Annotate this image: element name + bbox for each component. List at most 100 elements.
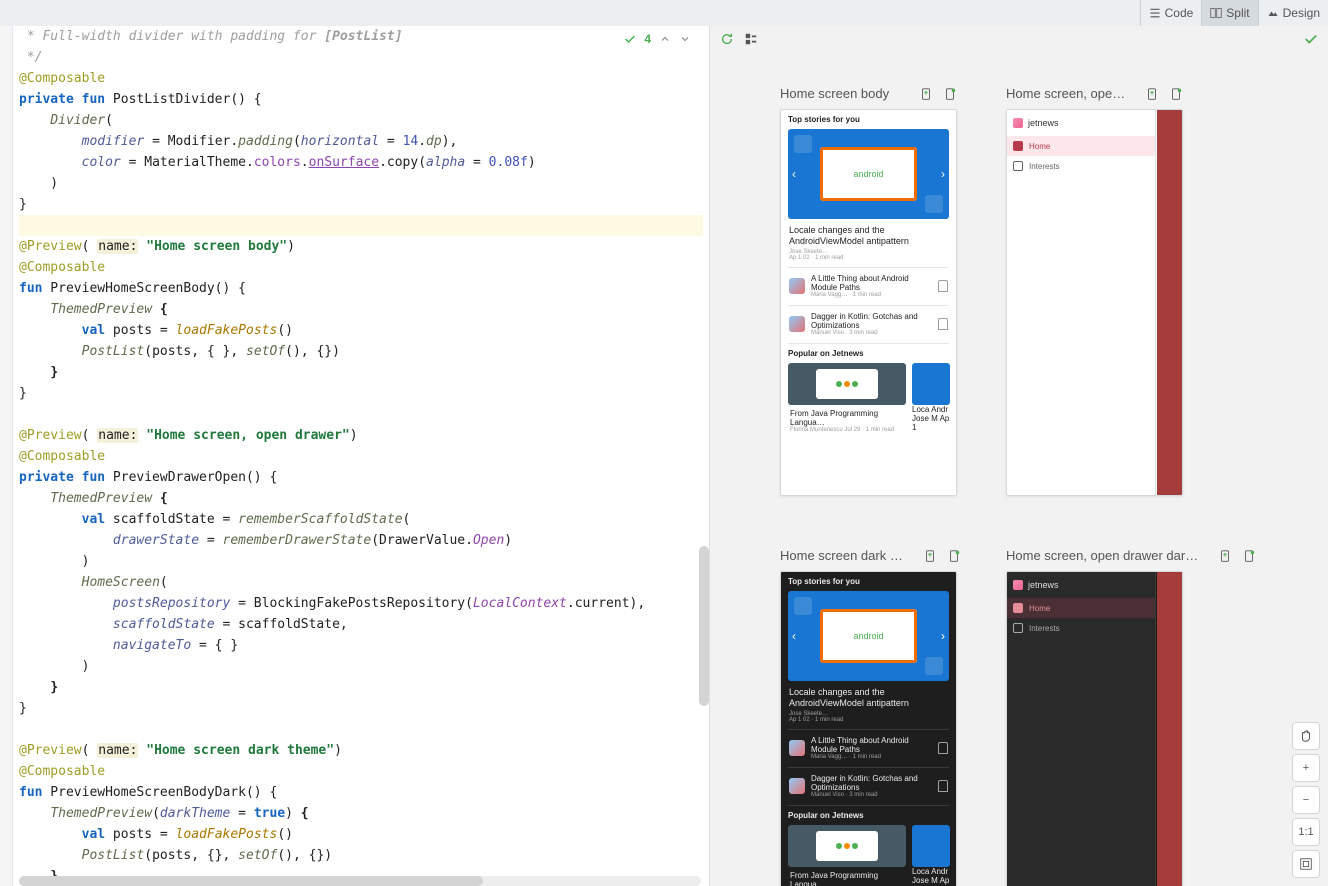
- code-line[interactable]: @Preview( name: "Home screen body"): [19, 236, 703, 257]
- post-row[interactable]: Dagger in Kotlin: Gotchas and Optimizati…: [781, 306, 956, 343]
- zoom-fit-button[interactable]: [1292, 850, 1320, 878]
- settings-icon[interactable]: [744, 32, 758, 46]
- code-line[interactable]: PostList(posts, {}, setOf(), {}): [19, 845, 703, 866]
- code-line[interactable]: ): [19, 656, 703, 677]
- split-view-button[interactable]: Split: [1201, 0, 1257, 26]
- code-line[interactable]: ThemedPreview {: [19, 299, 703, 320]
- code-line[interactable]: Divider(: [19, 110, 703, 131]
- design-view-button[interactable]: Design: [1258, 0, 1328, 26]
- code-line[interactable]: fun PreviewHomeScreenBody() {: [19, 278, 703, 299]
- code-line[interactable]: @Composable: [19, 761, 703, 782]
- drawer-scrim[interactable]: [1157, 572, 1182, 886]
- hero-image[interactable]: ‹ › android: [788, 591, 949, 681]
- zoom-out-button[interactable]: −: [1292, 786, 1320, 814]
- code-line[interactable]: }: [19, 383, 703, 404]
- hero-headline[interactable]: Locale changes and the AndroidViewModel …: [781, 219, 956, 249]
- code-line[interactable]: scaffoldState = scaffoldState,: [19, 614, 703, 635]
- post-meta: Manuel Viso · 3 min read: [811, 330, 932, 337]
- popular-card[interactable]: From Java Programming Langua… Florina Mu…: [788, 825, 906, 886]
- card-title: Loca Andr: [912, 405, 950, 414]
- interactive-icon[interactable]: [1242, 549, 1256, 563]
- code-line[interactable]: }: [19, 362, 703, 383]
- code-line[interactable]: @Preview( name: "Home screen dark theme"…: [19, 740, 703, 761]
- editor-vertical-scrollbar[interactable]: [699, 546, 709, 706]
- code-line[interactable]: ): [19, 173, 703, 194]
- code-line[interactable]: @Composable: [19, 68, 703, 89]
- zoom-in-button[interactable]: +: [1292, 754, 1320, 782]
- preview-device[interactable]: jetnews HomeInterests: [1006, 571, 1183, 886]
- preview-grid[interactable]: Home screen body Top stories for you ‹ ›…: [780, 86, 1288, 886]
- code-line[interactable]: val scaffoldState = rememberScaffoldStat…: [19, 509, 703, 530]
- code-line[interactable]: ): [19, 551, 703, 572]
- deploy-icon[interactable]: [1218, 549, 1232, 563]
- refresh-icon[interactable]: [720, 32, 734, 46]
- post-row[interactable]: A Little Thing about Android Module Path…: [781, 268, 956, 305]
- interactive-icon[interactable]: [943, 87, 957, 101]
- code-line[interactable]: @Preview( name: "Home screen, open drawe…: [19, 425, 703, 446]
- pan-button[interactable]: [1292, 722, 1320, 750]
- bookmark-icon[interactable]: [938, 780, 948, 792]
- code-line[interactable]: */: [19, 47, 703, 68]
- preview-device[interactable]: Top stories for you ‹ › android Locale c…: [780, 571, 957, 886]
- drawer-scrim[interactable]: [1157, 110, 1182, 495]
- code-line[interactable]: val posts = loadFakePosts(): [19, 824, 703, 845]
- popular-card[interactable]: Loca Andr Jose M Ap 1: [912, 363, 950, 433]
- drawer-item[interactable]: Home: [1007, 598, 1155, 618]
- card-meta: Jose M Ap 1: [912, 414, 950, 432]
- chevron-left-icon[interactable]: ‹: [792, 629, 796, 643]
- code-line[interactable]: }: [19, 677, 703, 698]
- code-view-button[interactable]: Code: [1140, 0, 1202, 26]
- preview-device[interactable]: jetnews HomeInterests: [1006, 109, 1183, 496]
- chevron-left-icon[interactable]: ‹: [792, 167, 796, 181]
- interactive-icon[interactable]: [947, 549, 961, 563]
- code-line[interactable]: [19, 404, 703, 425]
- code-line[interactable]: }: [19, 698, 703, 719]
- scrollbar-thumb[interactable]: [19, 876, 483, 886]
- deploy-icon[interactable]: [919, 87, 933, 101]
- preview-device[interactable]: Top stories for you ‹ › android Locale c…: [780, 109, 957, 496]
- code-line[interactable]: private fun PostListDivider() {: [19, 89, 703, 110]
- hero-image[interactable]: ‹ › android: [788, 129, 949, 219]
- interactive-icon[interactable]: [1169, 87, 1183, 101]
- code-line[interactable]: }: [19, 194, 703, 215]
- code-line[interactable]: [19, 719, 703, 740]
- code-editor[interactable]: 4 * Full-width divider with padding for …: [13, 26, 709, 886]
- code-line[interactable]: navigateTo = { }: [19, 635, 703, 656]
- code-line[interactable]: val posts = loadFakePosts(): [19, 320, 703, 341]
- split-view-label: Split: [1226, 6, 1249, 20]
- post-meta: Maria Vagg… · 1 min read: [811, 754, 932, 761]
- deploy-icon[interactable]: [923, 549, 937, 563]
- drawer-item[interactable]: Interests: [1007, 156, 1155, 176]
- popular-card[interactable]: Loca Andr Jose M Ap 1: [912, 825, 950, 886]
- code-line[interactable]: HomeScreen(: [19, 572, 703, 593]
- code-line[interactable]: drawerState = rememberDrawerState(Drawer…: [19, 530, 703, 551]
- post-row[interactable]: Dagger in Kotlin: Gotchas and Optimizati…: [781, 768, 956, 805]
- chevron-right-icon[interactable]: ›: [941, 629, 945, 643]
- chevron-right-icon[interactable]: ›: [941, 167, 945, 181]
- code-line[interactable]: private fun PreviewDrawerOpen() {: [19, 467, 703, 488]
- bookmark-icon[interactable]: [938, 318, 948, 330]
- drawer-item[interactable]: Interests: [1007, 618, 1155, 638]
- bookmark-icon[interactable]: [938, 280, 948, 292]
- code-line[interactable]: [19, 215, 703, 236]
- editor-content[interactable]: * Full-width divider with padding for [P…: [13, 26, 709, 886]
- code-line[interactable]: PostList(posts, { }, setOf(), {}): [19, 341, 703, 362]
- code-line[interactable]: @Composable: [19, 446, 703, 467]
- code-line[interactable]: fun PreviewHomeScreenBodyDark() {: [19, 782, 703, 803]
- code-line[interactable]: modifier = Modifier.padding(horizontal =…: [19, 131, 703, 152]
- post-row[interactable]: A Little Thing about Android Module Path…: [781, 730, 956, 767]
- deploy-icon[interactable]: [1145, 87, 1159, 101]
- drawer-item[interactable]: Home: [1007, 136, 1155, 156]
- code-line[interactable]: ThemedPreview(darkTheme = true) {: [19, 803, 703, 824]
- editor-horizontal-scrollbar[interactable]: [19, 876, 701, 886]
- popular-card[interactable]: From Java Programming Langua… Florina Mu…: [788, 363, 906, 433]
- code-line[interactable]: color = MaterialTheme.colors.onSurface.c…: [19, 152, 703, 173]
- code-line[interactable]: * Full-width divider with padding for [P…: [19, 26, 703, 47]
- zoom-actual-button[interactable]: 1:1: [1292, 818, 1320, 846]
- code-line[interactable]: ThemedPreview {: [19, 488, 703, 509]
- hero-headline[interactable]: Locale changes and the AndroidViewModel …: [781, 681, 956, 711]
- code-line[interactable]: postsRepository = BlockingFakePostsRepos…: [19, 593, 703, 614]
- code-line[interactable]: @Composable: [19, 257, 703, 278]
- preview-status-ok[interactable]: [1304, 32, 1318, 51]
- bookmark-icon[interactable]: [938, 742, 948, 754]
